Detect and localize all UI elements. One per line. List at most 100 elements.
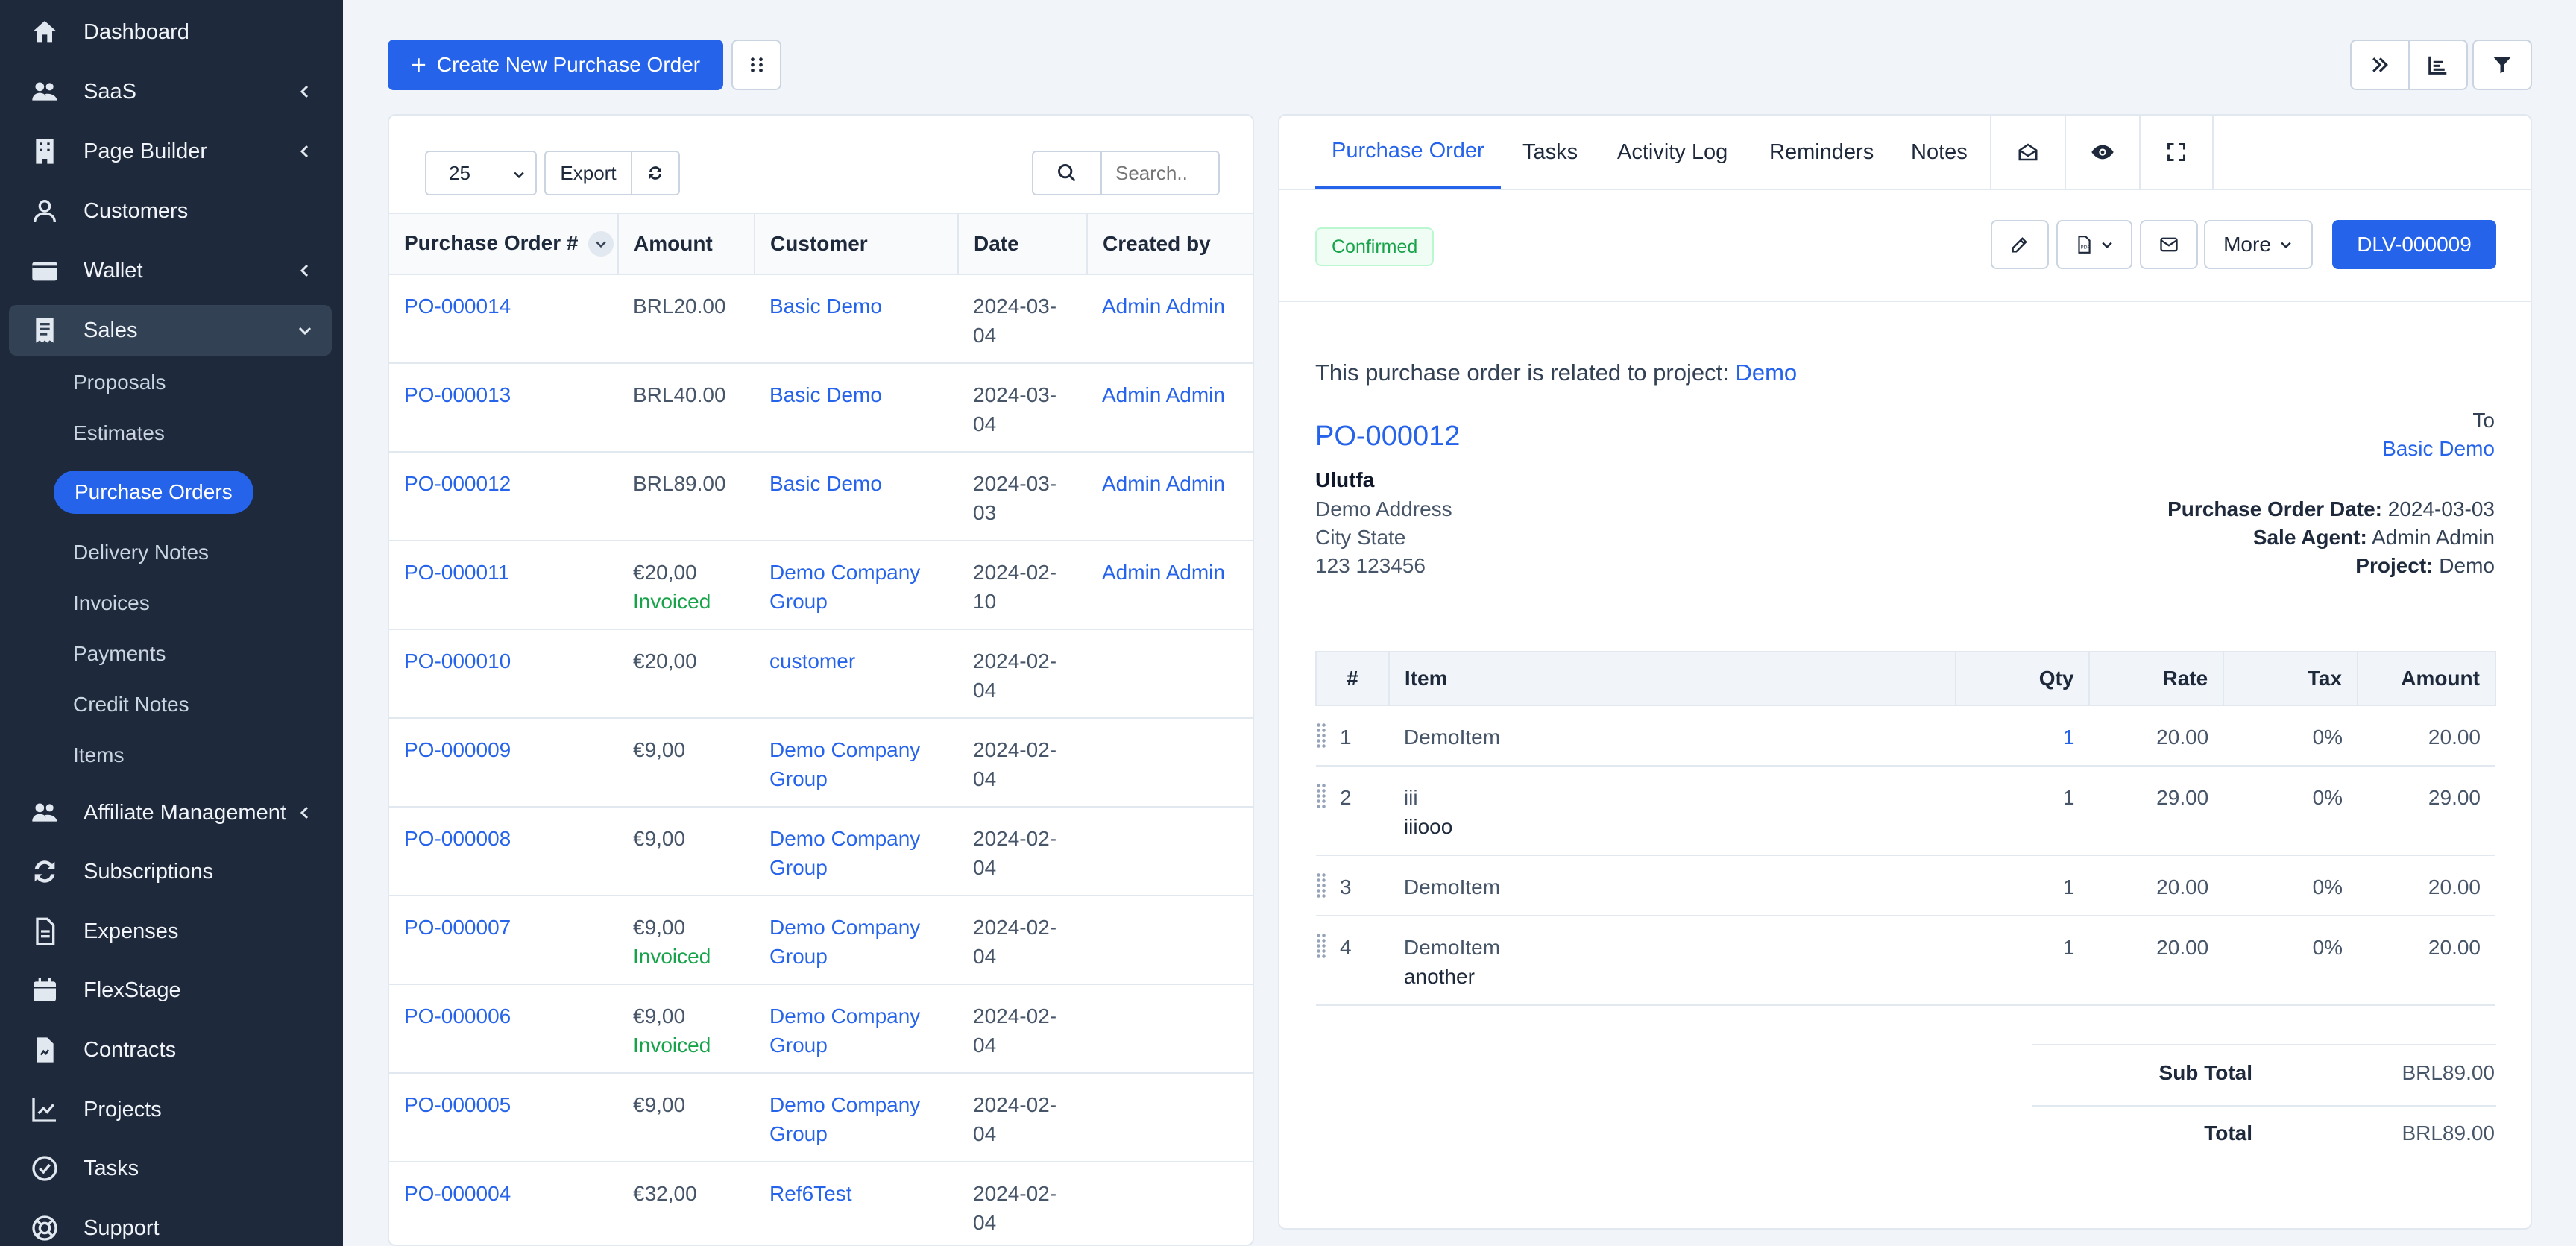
send-email-button[interactable] [2140, 220, 2198, 269]
customer-link[interactable]: Demo Company Group [769, 827, 920, 879]
created-by-cell [1087, 896, 1253, 985]
customer-link[interactable]: Demo Company Group [769, 916, 920, 968]
customer-link[interactable]: Demo Company Group [769, 738, 920, 790]
related-project-link[interactable]: Demo [1735, 359, 1797, 386]
table-row[interactable]: PO-000011 €20,00 Invoiced Demo Company Grou… [389, 541, 1253, 630]
po-link[interactable]: PO-000006 [404, 1004, 511, 1028]
customer-link[interactable]: Demo Company Group [769, 1004, 920, 1057]
po-link[interactable]: PO-000008 [404, 827, 511, 850]
drag-handle-icon[interactable] [1316, 872, 1326, 898]
created-by-link[interactable]: Admin Admin [1102, 295, 1225, 318]
date-value: 2024-02-04 [973, 1182, 1057, 1234]
preview-tab-button[interactable] [2065, 116, 2139, 189]
po-link[interactable]: PO-000009 [404, 738, 511, 761]
customer-link[interactable]: Basic Demo [769, 383, 882, 406]
created-by-link[interactable]: Admin Admin [1102, 383, 1225, 406]
sidebar-sub-delivery-notes[interactable]: Delivery Notes [73, 534, 209, 571]
po-link[interactable]: PO-000011 [404, 561, 509, 584]
customer-link[interactable]: Ref6Test [769, 1182, 852, 1205]
table-row[interactable]: PO-000007 €9,00 Invoiced Demo Company Group… [389, 896, 1253, 985]
customer-link[interactable]: customer [769, 649, 855, 673]
expand-tab-button[interactable] [2139, 116, 2214, 189]
customer-cell: Basic Demo [755, 452, 958, 541]
sidebar-item-customers[interactable]: Customers [9, 186, 332, 236]
table-row[interactable]: PO-000010 €20,00 customer 2024-02-04 [389, 629, 1253, 719]
po-link[interactable]: PO-000010 [404, 649, 511, 673]
sidebar-sub-proposals[interactable]: Proposals [73, 364, 166, 401]
table-row[interactable]: PO-000013 BRL40.00 Basic Demo 2024-03-04 Adm… [389, 363, 1253, 453]
table-row[interactable]: PO-000005 €9,00 Demo Company Group 2024-02-… [389, 1073, 1253, 1162]
customer-link[interactable]: Demo Company Group [769, 1093, 920, 1145]
po-link[interactable]: PO-000014 [404, 295, 511, 318]
created-by-link[interactable]: Admin Admin [1102, 472, 1225, 495]
sidebar-item-subscriptions[interactable]: Subscriptions [9, 846, 332, 897]
customer-link[interactable]: Basic Demo [769, 472, 882, 495]
chevron-down-icon [298, 327, 312, 336]
search-icon-button[interactable] [1032, 151, 1102, 195]
items-header-item: Item [1388, 651, 1956, 706]
column-header-created-by[interactable]: Created by [1087, 213, 1253, 275]
po-link[interactable]: PO-000004 [404, 1182, 511, 1205]
table-row[interactable]: PO-000006 €9,00 Invoiced Demo Company Group… [389, 984, 1253, 1074]
delivery-note-button[interactable]: DLV-000009 [2332, 220, 2496, 269]
create-purchase-order-button[interactable]: + Create New Purchase Order [388, 40, 723, 90]
po-number-link[interactable]: PO-000012 [1315, 421, 1460, 453]
table-row[interactable]: PO-000014 BRL20.00 Basic Demo 2024-03-04 Adm… [389, 274, 1253, 364]
column-header-customer[interactable]: Customer [755, 213, 959, 275]
sidebar-item-sales[interactable]: Sales [9, 305, 332, 356]
tab-activity-log[interactable]: Activity Log [1617, 116, 1728, 189]
tab-tasks[interactable]: Tasks [1522, 116, 1578, 189]
drag-handle-icon[interactable] [1316, 723, 1326, 748]
to-customer-link[interactable]: Basic Demo [2382, 437, 2495, 461]
sidebar-sub-invoices[interactable]: Invoices [73, 585, 150, 622]
sidebar-item-contracts[interactable]: Contracts [9, 1025, 332, 1075]
tab-notes[interactable]: Notes [1911, 116, 1968, 189]
table-row[interactable]: PO-000008 €9,00 Demo Company Group 2024-02-… [389, 807, 1253, 896]
table-row[interactable]: PO-000004 €32,00 Ref6Test 2024-02-04 [389, 1162, 1253, 1245]
reload-button[interactable] [631, 151, 680, 195]
per-page-select[interactable]: 25 [425, 151, 537, 195]
sort-chevron-icon[interactable] [588, 231, 614, 257]
tab-purchase-order[interactable]: Purchase Order [1315, 116, 1501, 189]
created-by-link[interactable]: Admin Admin [1102, 561, 1225, 584]
sidebar-item-tasks[interactable]: Tasks [9, 1143, 332, 1194]
column-header-amount[interactable]: Amount [618, 213, 755, 275]
customer-link[interactable]: Demo Company Group [769, 561, 920, 613]
sidebar-item-expenses[interactable]: Expenses [9, 906, 332, 957]
sidebar-sub-payments[interactable]: Payments [73, 635, 166, 673]
column-header-date[interactable]: Date [958, 213, 1088, 275]
toggle-panel-button[interactable] [2350, 40, 2410, 90]
drag-handle-icon[interactable] [1316, 783, 1326, 808]
edit-button[interactable] [1991, 220, 2049, 269]
sidebar-item-affiliate-management[interactable]: Affiliate Management [9, 787, 332, 838]
filter-button[interactable] [2472, 40, 2532, 90]
table-row[interactable]: PO-000012 BRL89.00 Basic Demo 2024-03-03 Adm… [389, 452, 1253, 541]
sidebar-item-support[interactable]: Support [9, 1203, 332, 1246]
sidebar-item-dashboard[interactable]: Dashboard [9, 7, 332, 57]
po-link[interactable]: PO-000012 [404, 472, 511, 495]
customer-link[interactable]: Basic Demo [769, 295, 882, 318]
po-link[interactable]: PO-000013 [404, 383, 511, 406]
sidebar-item-page-builder[interactable]: Page Builder [9, 126, 332, 177]
sidebar-sub-purchase-orders[interactable]: Purchase Orders [54, 471, 253, 514]
sidebar-sub-items[interactable]: Items [73, 737, 124, 774]
po-link[interactable]: PO-000007 [404, 916, 511, 939]
sidebar-item-flexstage[interactable]: FlexStage [9, 965, 332, 1016]
email-tab-button[interactable] [1990, 116, 2065, 189]
grid-menu-button[interactable] [731, 40, 781, 90]
export-button[interactable]: Export [544, 151, 632, 195]
sidebar-sub-credit-notes[interactable]: Credit Notes [73, 686, 189, 723]
search-input[interactable] [1100, 151, 1220, 195]
sidebar-item-wallet[interactable]: Wallet [9, 245, 332, 296]
stats-button[interactable] [2408, 40, 2468, 90]
pdf-dropdown-button[interactable]: PDF [2056, 220, 2132, 269]
sidebar-sub-estimates[interactable]: Estimates [73, 415, 165, 452]
column-header-po[interactable]: Purchase Order # [389, 213, 619, 275]
sidebar-item-projects[interactable]: Projects [9, 1084, 332, 1135]
tab-reminders[interactable]: Reminders [1769, 116, 1874, 189]
drag-handle-icon[interactable] [1316, 933, 1326, 958]
sidebar-item-saas[interactable]: SaaS [9, 66, 332, 117]
po-link[interactable]: PO-000005 [404, 1093, 511, 1116]
table-row[interactable]: PO-000009 €9,00 Demo Company Group 2024-02-… [389, 718, 1253, 808]
more-button[interactable]: More [2204, 220, 2313, 269]
